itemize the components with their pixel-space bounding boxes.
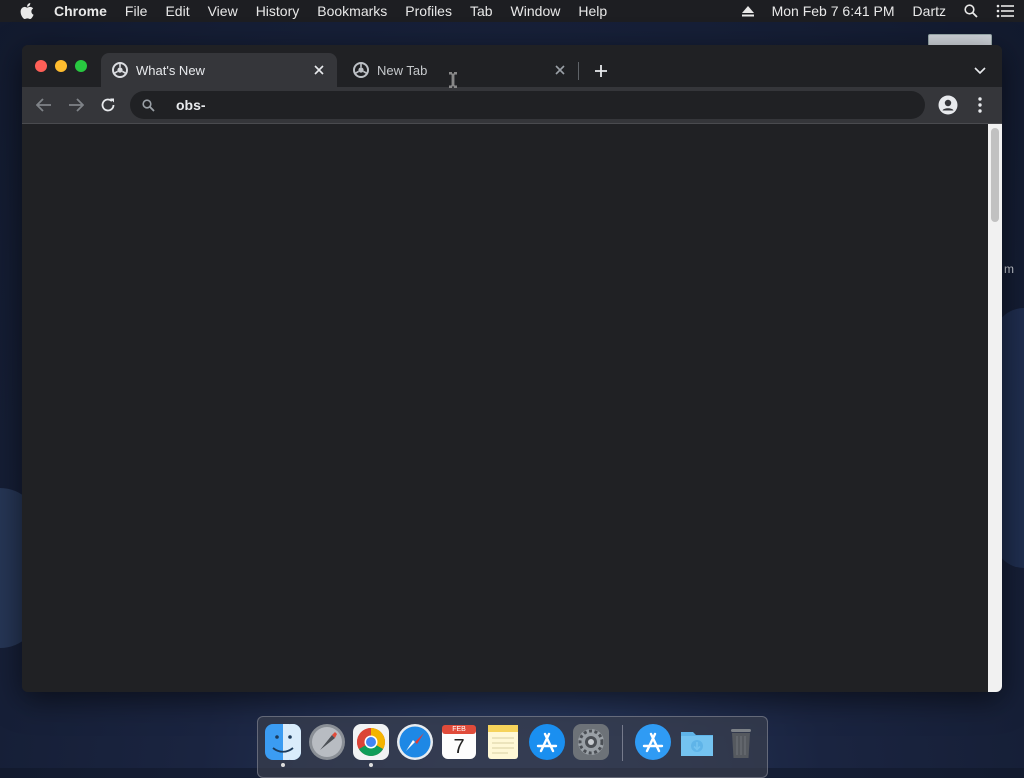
dock-divider — [622, 725, 623, 761]
chrome-favicon-icon — [112, 62, 128, 78]
safari-icon[interactable] — [396, 723, 434, 761]
search-icon — [140, 97, 156, 113]
menu-extras: Mon Feb 7 6:41 PM Dartz — [724, 0, 1014, 22]
tab-new-tab[interactable]: New Tab — [342, 53, 578, 87]
scrollbar-thumb[interactable] — [991, 128, 999, 222]
text-cursor-icon — [449, 72, 457, 88]
profile-avatar-icon[interactable] — [936, 93, 960, 117]
close-window-button[interactable] — [35, 60, 47, 72]
tab-title: New Tab — [377, 62, 428, 78]
menu-view[interactable]: View — [208, 3, 238, 19]
system-preferences-icon[interactable] — [572, 723, 610, 761]
notification-center-icon[interactable] — [996, 4, 1014, 18]
zoom-window-button[interactable] — [75, 60, 87, 72]
close-tab-icon[interactable] — [309, 60, 329, 80]
finder-icon[interactable] — [264, 723, 302, 761]
back-arrow-icon[interactable] — [32, 93, 56, 117]
tab-whats-new[interactable]: What's New — [101, 53, 337, 87]
dock: FEB 7 — [257, 716, 768, 778]
running-indicator — [369, 763, 373, 767]
page-content[interactable] — [22, 124, 988, 692]
menu-app-name[interactable]: Chrome — [54, 3, 107, 19]
tab-search-chevron-down-icon[interactable] — [968, 59, 992, 83]
chrome-icon[interactable] — [352, 723, 390, 761]
menu-help[interactable]: Help — [578, 3, 607, 19]
apple-menu-icon[interactable] — [18, 2, 36, 20]
launchpad-icon[interactable] — [308, 723, 346, 761]
menu-bar: Chrome File Edit View History Bookmarks … — [0, 0, 1024, 22]
close-tab-icon[interactable] — [550, 60, 570, 80]
eject-icon[interactable] — [741, 5, 754, 17]
chrome-window: What's New New Tab — [22, 45, 1002, 692]
trash-icon[interactable] — [722, 723, 760, 761]
minimize-window-button[interactable] — [55, 60, 67, 72]
tab-divider — [578, 62, 579, 80]
menu-user[interactable]: Dartz — [913, 3, 946, 19]
forward-arrow-icon[interactable] — [64, 93, 88, 117]
menu-file[interactable]: File — [125, 3, 148, 19]
more-menu-icon[interactable] — [968, 93, 992, 117]
tab-title: What's New — [136, 62, 205, 78]
vertical-scrollbar[interactable] — [988, 124, 1002, 692]
downloads-folder-icon[interactable] — [678, 723, 716, 761]
browser-toolbar — [22, 87, 1002, 123]
notes-icon[interactable] — [484, 723, 522, 761]
menu-profiles[interactable]: Profiles — [405, 3, 452, 19]
spotlight-search-icon[interactable] — [964, 4, 978, 18]
menu-window[interactable]: Window — [511, 3, 561, 19]
address-bar[interactable] — [130, 91, 925, 119]
running-indicator — [281, 763, 285, 767]
tab-strip: What's New New Tab — [22, 45, 1002, 87]
address-input[interactable] — [174, 96, 778, 114]
menu-tab[interactable]: Tab — [470, 3, 493, 19]
new-tab-plus-icon[interactable] — [588, 58, 614, 84]
menu-edit[interactable]: Edit — [165, 3, 189, 19]
menu-bookmarks[interactable]: Bookmarks — [317, 3, 387, 19]
menu-clock[interactable]: Mon Feb 7 6:41 PM — [772, 3, 895, 19]
reload-icon[interactable] — [96, 93, 120, 117]
chrome-favicon-icon — [353, 62, 369, 78]
calendar-month: FEB — [452, 726, 466, 733]
calendar-day: 7 — [453, 736, 465, 758]
app-store-icon[interactable] — [528, 723, 566, 761]
calendar-icon[interactable]: FEB 7 — [440, 723, 478, 761]
app-store-icon[interactable] — [634, 723, 672, 761]
desktop-item-label: m — [1004, 262, 1014, 276]
menu-history[interactable]: History — [256, 3, 300, 19]
